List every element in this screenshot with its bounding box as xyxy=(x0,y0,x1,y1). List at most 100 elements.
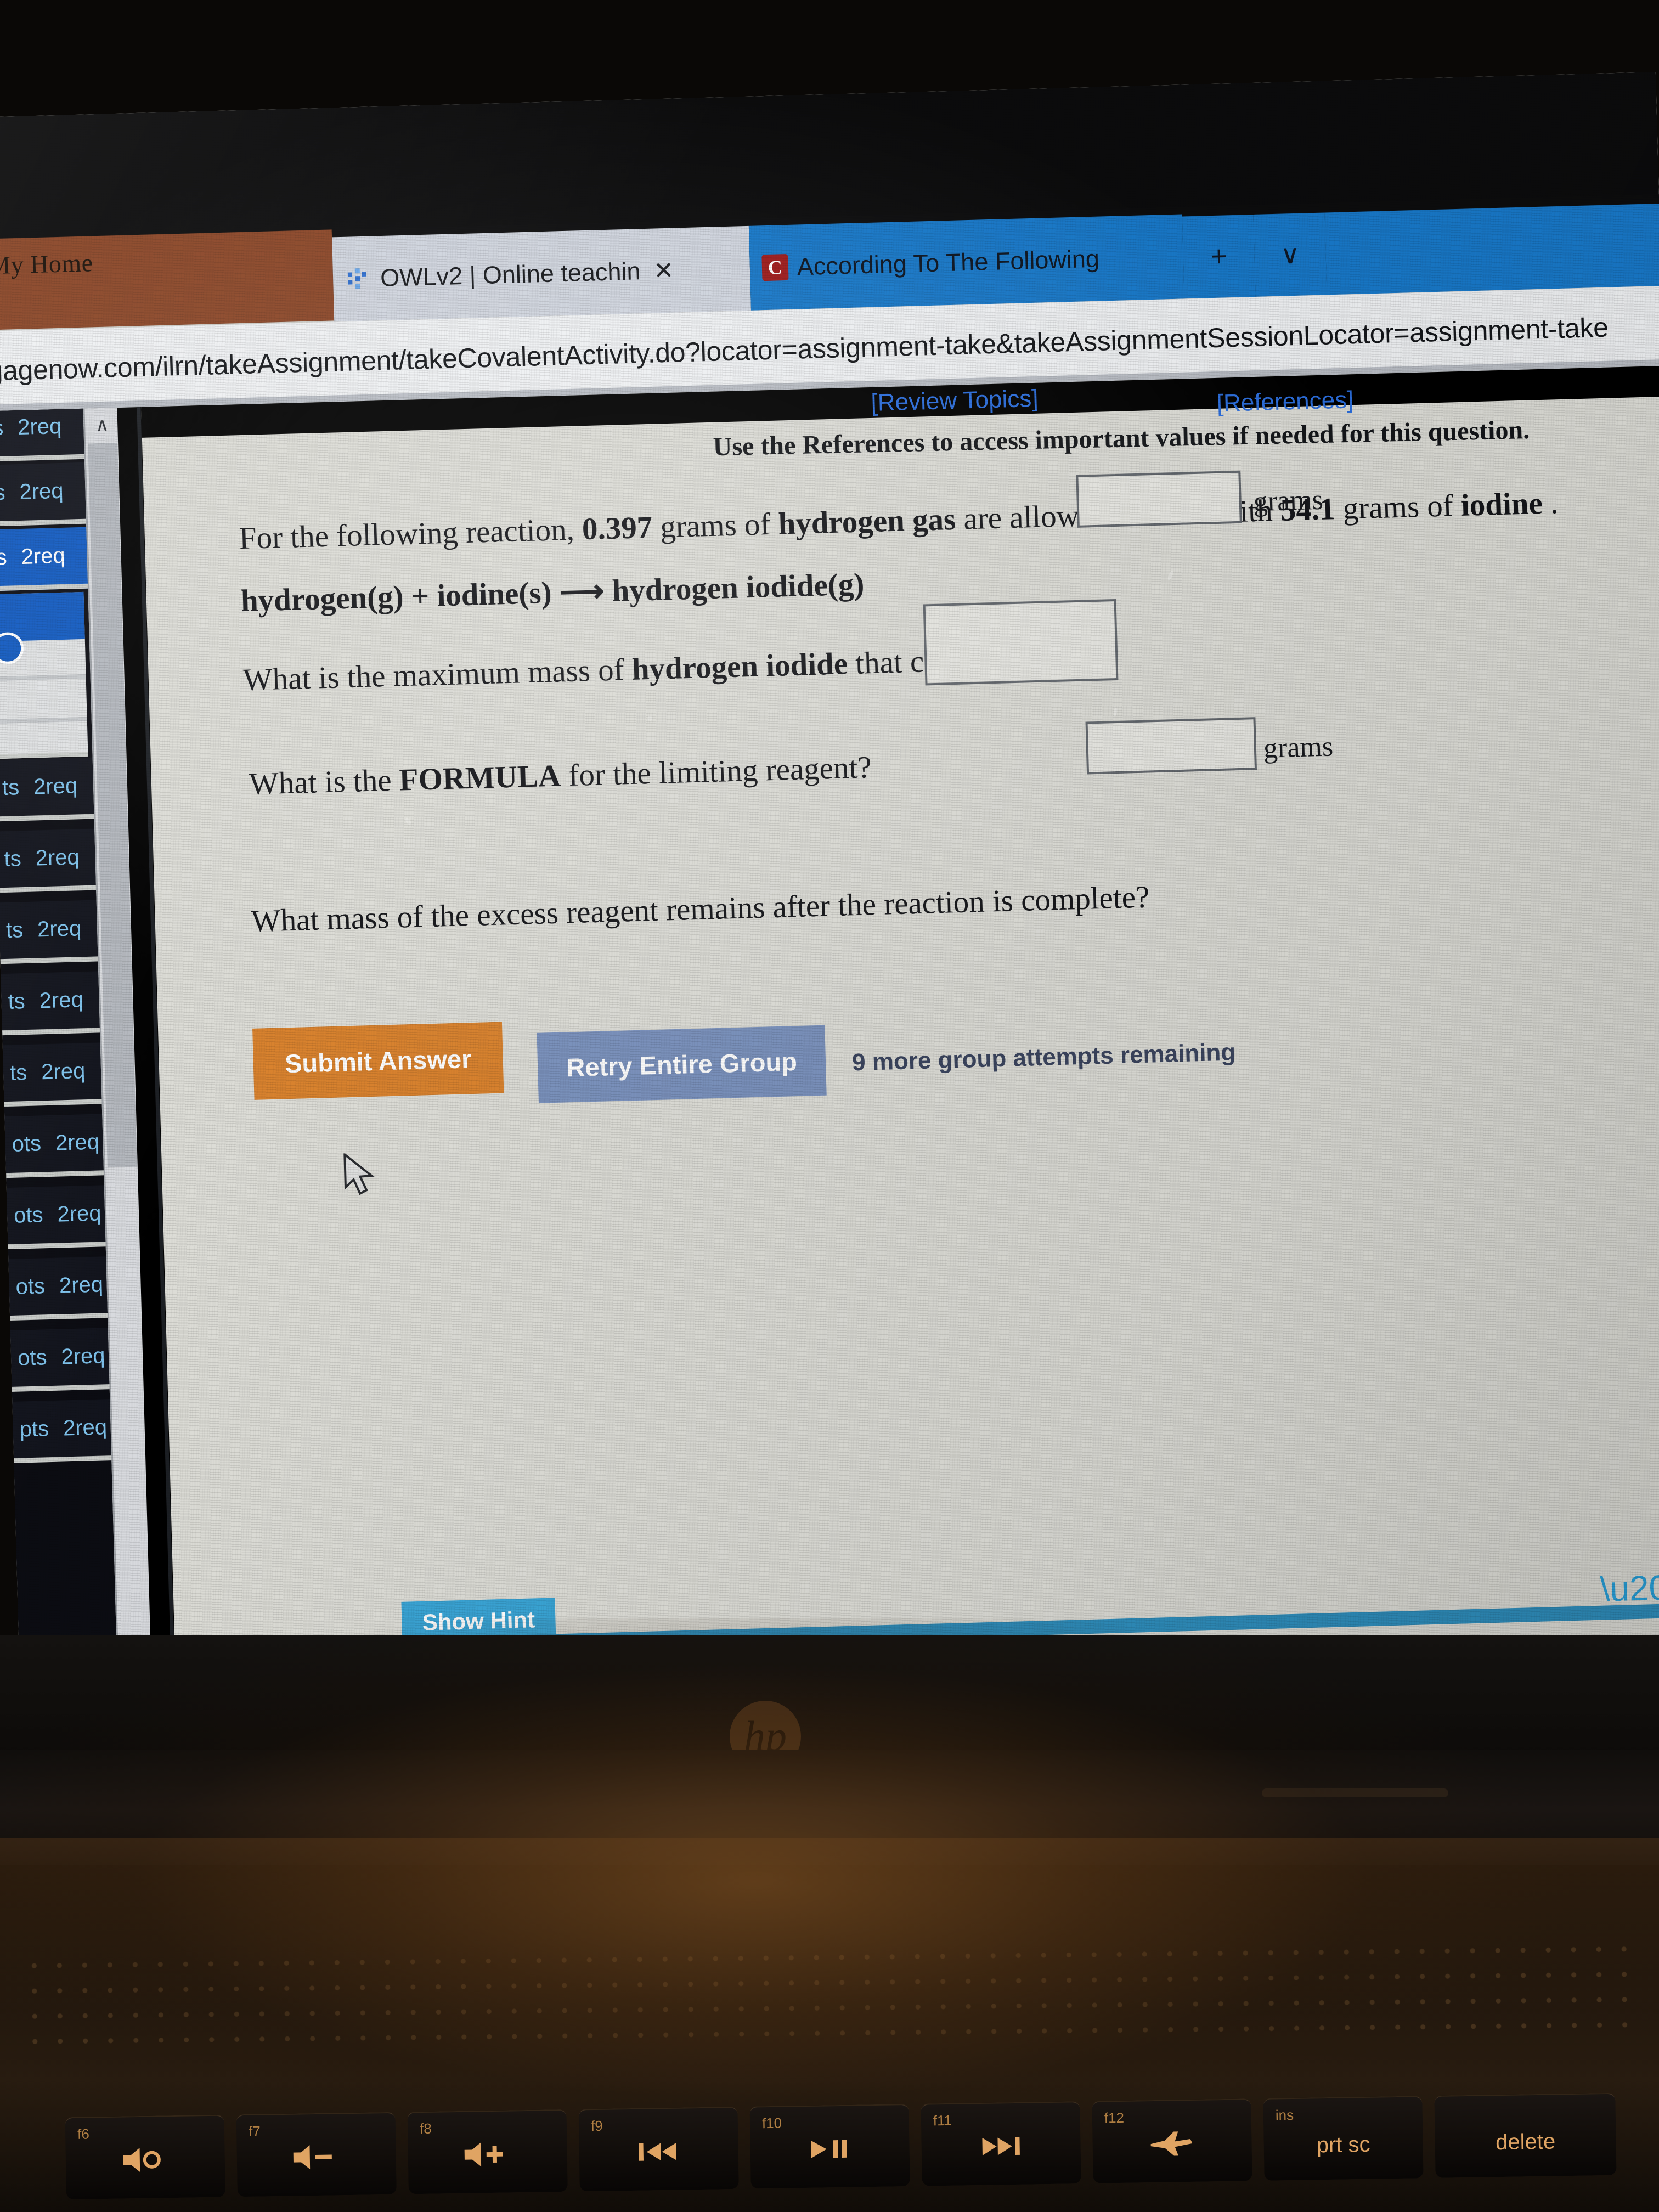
hinge-vent xyxy=(1262,1788,1448,1797)
q1-bold: hydrogen iodide xyxy=(631,646,848,687)
sidebar-item[interactable]: pts 2req xyxy=(0,1399,113,1465)
submit-answer-button[interactable]: Submit Answer xyxy=(252,1022,504,1100)
sidebar-item-label: ts xyxy=(2,775,20,800)
background-window-title: My Home xyxy=(0,249,94,280)
scroll-up-icon[interactable]: ∧ xyxy=(84,408,120,443)
owl-icon xyxy=(345,266,372,292)
intro-end: . xyxy=(1542,486,1559,521)
key-ins-prt-sc[interactable]: ins prt sc xyxy=(1263,2096,1424,2181)
intro-mid3: grams of xyxy=(1334,488,1462,527)
key-f12-airplane-mode[interactable]: f12 xyxy=(1092,2098,1252,2183)
retry-entire-group-button[interactable]: Retry Entire Group xyxy=(537,1025,827,1103)
key-f9-previous-track[interactable]: f9 xyxy=(578,2106,739,2192)
key-delete[interactable]: delete xyxy=(1434,2092,1617,2178)
key-fn-label: f12 xyxy=(1104,2109,1125,2126)
sidebar-item[interactable]: s 2req xyxy=(0,462,88,528)
sidebar-item[interactable]: s 2req xyxy=(0,408,86,464)
sidebar-item-label: ots xyxy=(13,1203,44,1228)
sidebar-item-req: 2req xyxy=(63,1415,108,1441)
key-label: delete xyxy=(1495,2129,1556,2154)
intro-mid1: grams of xyxy=(652,506,779,545)
previous-link[interactable]: \u2039 Previous xyxy=(1599,1566,1659,1610)
question-content-panel: [Review Topics] [References] Use the Ref… xyxy=(141,365,1659,1680)
browser-tab-title: OWLv2 | Online teachin xyxy=(380,257,641,292)
intro-reagent2: iodine xyxy=(1460,486,1543,523)
sidebar-item-req: 2req xyxy=(19,478,64,504)
sidebar-item-label: s xyxy=(0,480,6,505)
chevron-left-icon: \u2039 xyxy=(1599,1566,1659,1610)
browser-tab-owlv2[interactable]: OWLv2 | Online teachin ✕ xyxy=(332,225,752,322)
sidebar-item-label: pts xyxy=(19,1417,49,1442)
chemical-equation: hydrogen(g) + iodine(s) ⟶ hydrogen iodid… xyxy=(240,567,865,619)
key-f11-next-track[interactable]: f11 xyxy=(921,2101,1081,2186)
sidebar-item-label: ts xyxy=(9,1060,27,1085)
sidebar-item-req: 2req xyxy=(59,1272,104,1298)
key-f6-mute[interactable]: f6 xyxy=(65,2114,225,2200)
key-fn-label: ins xyxy=(1275,2107,1294,2124)
sidebar-item[interactable]: ts 2req xyxy=(0,1042,103,1109)
tab-strip-empty-area xyxy=(1324,194,1659,295)
sidebar-item-label: ts xyxy=(3,847,22,871)
key-f10-play-pause[interactable]: f10 xyxy=(749,2104,910,2189)
key-fn-label: f7 xyxy=(248,2123,261,2140)
sidebar-item-req: 2req xyxy=(39,988,84,1013)
laptop-photo: My Home OWLv2 | Online teachin ✕ C Accor… xyxy=(0,0,1659,2212)
key-fn-label: f10 xyxy=(761,2114,782,2132)
question-2-text: What is the FORMULA for the limiting rea… xyxy=(249,749,872,802)
sidebar-item[interactable]: ts 2req xyxy=(0,828,98,895)
sidebar-item-label: ots xyxy=(12,1131,42,1156)
q2-suffix: for the limiting reagent? xyxy=(560,750,872,793)
next-track-icon xyxy=(978,2133,1024,2165)
sidebar-item-req: 2req xyxy=(35,845,80,871)
key-f8-volume-up[interactable]: f8 xyxy=(407,2109,568,2194)
key-fn-label: f8 xyxy=(419,2120,432,2137)
chevron-down-icon[interactable]: ∨ xyxy=(1253,212,1327,297)
sidebar-item-label: ts xyxy=(7,989,26,1014)
key-f7-volume-down[interactable]: f7 xyxy=(236,2112,397,2197)
key-fn-label: f11 xyxy=(933,2112,952,2129)
answer-input-excess-mass[interactable] xyxy=(1085,717,1257,775)
sidebar-item-req: 2req xyxy=(55,1130,100,1155)
question-intro: For the following reaction, 0.397 grams … xyxy=(239,485,1559,556)
sidebar-item-label: ts xyxy=(5,918,24,943)
volume-up-icon xyxy=(461,2139,514,2175)
new-tab-button[interactable]: + xyxy=(1182,214,1256,299)
sidebar-item-req: 2req xyxy=(41,1059,86,1085)
volume-down-icon xyxy=(290,2142,343,2178)
sidebar-item[interactable]: ts 2req xyxy=(0,900,99,966)
sidebar-item-req: 2req xyxy=(57,1201,102,1227)
intro-mass-h2: 0.397 xyxy=(582,510,653,547)
intro-lead: For the following reaction, xyxy=(239,512,583,556)
screen-bezel-bottom xyxy=(0,1635,1659,1756)
sidebar-item-selected[interactable]: s 2req xyxy=(0,527,89,593)
sidebar-item[interactable]: ots 2req xyxy=(0,1256,109,1323)
key-fn-label: f6 xyxy=(77,2125,90,2142)
sidebar-item-req: 2req xyxy=(37,916,82,942)
sidebar-item[interactable]: ots 2req xyxy=(0,1328,111,1394)
sidebar-item-req: 2req xyxy=(60,1344,106,1369)
dust-speck xyxy=(647,716,652,721)
sidebar-item-req: 2req xyxy=(17,414,62,440)
answer-input-max-mass[interactable] xyxy=(1076,470,1242,528)
airplane-icon xyxy=(1148,2128,1196,2165)
sidebar-item-label: s xyxy=(0,415,4,441)
browser-tab-chegg[interactable]: C According To The Following xyxy=(748,214,1184,311)
background-window[interactable]: My Home xyxy=(0,229,335,330)
sidebar-item[interactable]: ts 2req xyxy=(0,757,95,823)
close-icon[interactable]: ✕ xyxy=(653,256,674,285)
previous-track-icon xyxy=(635,2138,682,2171)
q2-bold: FORMULA xyxy=(398,758,561,798)
attempts-remaining-text: 9 more group attempts remaining xyxy=(851,1039,1236,1076)
q2-prefix: What is the xyxy=(249,763,400,802)
browser-tab-title: According To The Following xyxy=(797,244,1100,281)
sidebar-expanded-card[interactable] xyxy=(0,591,88,761)
sidebar-item[interactable]: ots 2req xyxy=(0,1114,105,1180)
sidebar-item[interactable]: ots 2req xyxy=(0,1185,107,1251)
sidebar-item-label: ots xyxy=(17,1345,48,1370)
page-viewport: s 2req s 2req s 2req ts 2req ts 2req ts 2req t… xyxy=(0,365,1659,1684)
volume-mute-icon xyxy=(120,2145,171,2180)
sidebar-item-label: s xyxy=(0,545,8,570)
answer-input-formula[interactable] xyxy=(923,599,1119,686)
sidebar-item[interactable]: ts 2req xyxy=(0,971,101,1037)
sidebar-card-divider xyxy=(0,716,87,724)
